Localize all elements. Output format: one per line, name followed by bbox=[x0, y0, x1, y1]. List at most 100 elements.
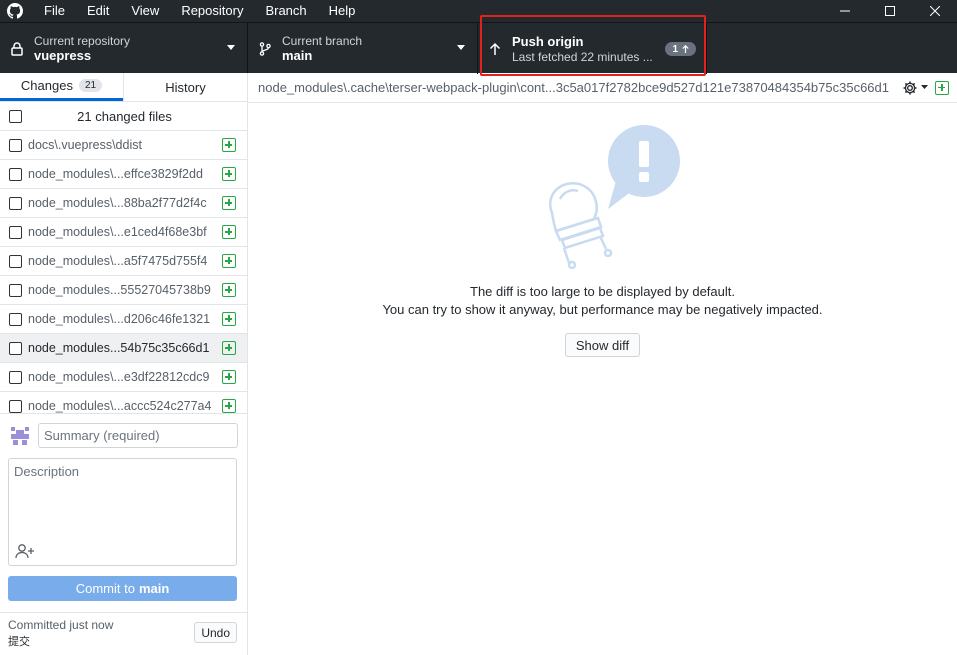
diff-panel: node_modules\.cache\terser-webpack-plugi… bbox=[248, 73, 957, 655]
push-title: Push origin bbox=[512, 33, 584, 49]
file-checkbox[interactable] bbox=[9, 254, 22, 268]
tab-history-label: History bbox=[165, 79, 206, 95]
file-added-icon bbox=[222, 399, 236, 413]
changed-files-count: 21 changed files bbox=[77, 108, 172, 124]
file-list-item[interactable]: node_modules\...accc524c277a4 bbox=[0, 392, 247, 413]
branch-name: main bbox=[282, 47, 313, 63]
undo-commit-bar: Committed just now 提交 Undo bbox=[0, 612, 247, 655]
add-coauthor-icon[interactable] bbox=[15, 543, 35, 559]
commit-button[interactable]: Commit to main bbox=[8, 576, 237, 601]
file-list-item[interactable]: node_modules\...d206c46fe1321 bbox=[0, 305, 247, 334]
tab-changes[interactable]: Changes 21 bbox=[0, 73, 123, 101]
close-icon bbox=[929, 6, 940, 16]
file-added-icon bbox=[222, 225, 236, 239]
file-checkbox[interactable] bbox=[9, 399, 22, 413]
diff-file-path: node_modules\.cache\terser-webpack-plugi… bbox=[258, 80, 889, 95]
diff-too-large-line1: The diff is too large to be displayed by… bbox=[470, 284, 735, 299]
file-list-item[interactable]: node_modules\...88ba2f77d2f4c bbox=[0, 189, 247, 218]
file-list-item[interactable]: node_modules...54b75c35c66d1 bbox=[0, 334, 247, 363]
gear-icon bbox=[903, 81, 917, 94]
file-added-icon bbox=[222, 370, 236, 384]
diff-too-large-line2: You can try to show it anyway, but perfo… bbox=[382, 302, 823, 317]
diff-path-bar: node_modules\.cache\terser-webpack-plugi… bbox=[248, 73, 957, 103]
menu-branch[interactable]: Branch bbox=[254, 0, 317, 22]
file-path: node_modules\...accc524c277a4 bbox=[28, 399, 212, 413]
chevron-down-icon bbox=[227, 45, 235, 50]
diff-too-large-notice: The diff is too large to be displayed by… bbox=[248, 123, 957, 357]
summary-input[interactable] bbox=[38, 423, 238, 448]
maximize-button[interactable] bbox=[867, 0, 912, 22]
current-repository-button[interactable]: Current repository vuepress bbox=[0, 23, 248, 74]
file-list-item[interactable]: node_modules\...e1ced4f68e3bf bbox=[0, 218, 247, 247]
file-path: node_modules\...a5f7475d755f4 bbox=[28, 254, 208, 268]
github-logo-icon bbox=[0, 0, 30, 22]
warning-lightbulb-illustration bbox=[548, 125, 680, 270]
maximize-icon bbox=[884, 6, 895, 16]
diff-options-button[interactable] bbox=[899, 73, 931, 103]
file-added-icon bbox=[222, 341, 236, 355]
file-checkbox[interactable] bbox=[9, 312, 22, 326]
menu-help[interactable]: Help bbox=[318, 0, 367, 22]
menu-repository[interactable]: Repository bbox=[170, 0, 254, 22]
select-all-checkbox[interactable] bbox=[9, 109, 22, 123]
undo-status-text: Committed just now bbox=[8, 618, 114, 632]
file-path: node_modules\...e1ced4f68e3bf bbox=[28, 225, 207, 239]
close-button[interactable] bbox=[912, 0, 957, 22]
changed-files-header: 21 changed files bbox=[0, 102, 247, 131]
commit-button-prefix: Commit to bbox=[75, 581, 135, 596]
tab-changes-label: Changes bbox=[20, 78, 73, 93]
menu-edit[interactable]: Edit bbox=[76, 0, 120, 22]
file-path: node_modules\...d206c46fe1321 bbox=[28, 312, 211, 326]
file-checkbox[interactable] bbox=[9, 283, 22, 297]
menu-view[interactable]: View bbox=[120, 0, 170, 22]
commit-form: Commit to main bbox=[0, 413, 247, 603]
file-added-icon bbox=[222, 167, 236, 181]
repository-caption: Current repository bbox=[34, 33, 131, 48]
file-list-item[interactable]: docs\.vuepress\ddist bbox=[0, 131, 247, 160]
file-checkbox[interactable] bbox=[9, 167, 22, 181]
file-added-icon bbox=[222, 254, 236, 268]
undo-commit-message: 提交 bbox=[8, 636, 30, 648]
file-list-item[interactable]: node_modules\...e3df22812cdc9 bbox=[0, 363, 247, 392]
commit-button-branch: main bbox=[138, 581, 170, 596]
file-path: node_modules\...effce3829f2dd bbox=[28, 167, 203, 181]
last-fetched-text: Last fetched 22 minutes ... bbox=[512, 49, 653, 64]
chevron-down-icon bbox=[457, 45, 465, 50]
avatar bbox=[8, 423, 32, 448]
push-count-badge: 1 bbox=[665, 42, 696, 56]
file-path: node_modules...54b75c35c66d1 bbox=[28, 341, 210, 355]
branch-icon bbox=[248, 41, 282, 56]
description-box bbox=[8, 458, 237, 566]
file-path: node_modules...55527045738b9 bbox=[28, 283, 211, 297]
file-added-icon bbox=[222, 138, 236, 152]
file-path: node_modules\...88ba2f77d2f4c bbox=[28, 196, 207, 210]
arrow-up-icon bbox=[478, 42, 512, 56]
file-added-icon bbox=[222, 283, 236, 297]
current-branch-button[interactable]: Current branch main bbox=[248, 23, 478, 74]
tab-history[interactable]: History bbox=[123, 73, 247, 101]
toolbar: Current repository vuepress Current bran… bbox=[0, 22, 957, 74]
file-checkbox[interactable] bbox=[9, 225, 22, 239]
chevron-down-icon bbox=[921, 85, 928, 89]
file-list-item[interactable]: node_modules\...a5f7475d755f4 bbox=[0, 247, 247, 276]
branch-caption: Current branch bbox=[282, 33, 363, 48]
push-count: 1 bbox=[672, 43, 678, 55]
minimize-icon bbox=[839, 10, 850, 12]
description-input[interactable] bbox=[9, 459, 236, 539]
file-checkbox[interactable] bbox=[9, 196, 22, 210]
sidebar: Changes 21 History 21 changed files docs… bbox=[0, 73, 248, 655]
lock-icon bbox=[0, 41, 34, 56]
menu-file[interactable]: File bbox=[30, 0, 76, 22]
file-checkbox[interactable] bbox=[9, 138, 22, 152]
file-list-item[interactable]: node_modules\...effce3829f2dd bbox=[0, 160, 247, 189]
file-list: docs\.vuepress\ddist node_modules\...effc… bbox=[0, 131, 247, 413]
push-origin-button[interactable]: Push origin Last fetched 22 minutes ... … bbox=[478, 23, 707, 74]
show-diff-button[interactable]: Show diff bbox=[564, 333, 641, 357]
undo-button[interactable]: Undo bbox=[194, 622, 237, 643]
file-path: node_modules\...e3df22812cdc9 bbox=[28, 370, 210, 384]
file-list-item[interactable]: node_modules...55527045738b9 bbox=[0, 276, 247, 305]
file-checkbox[interactable] bbox=[9, 370, 22, 384]
file-checkbox[interactable] bbox=[9, 341, 22, 355]
minimize-button[interactable] bbox=[822, 0, 867, 22]
file-added-icon bbox=[935, 80, 949, 95]
